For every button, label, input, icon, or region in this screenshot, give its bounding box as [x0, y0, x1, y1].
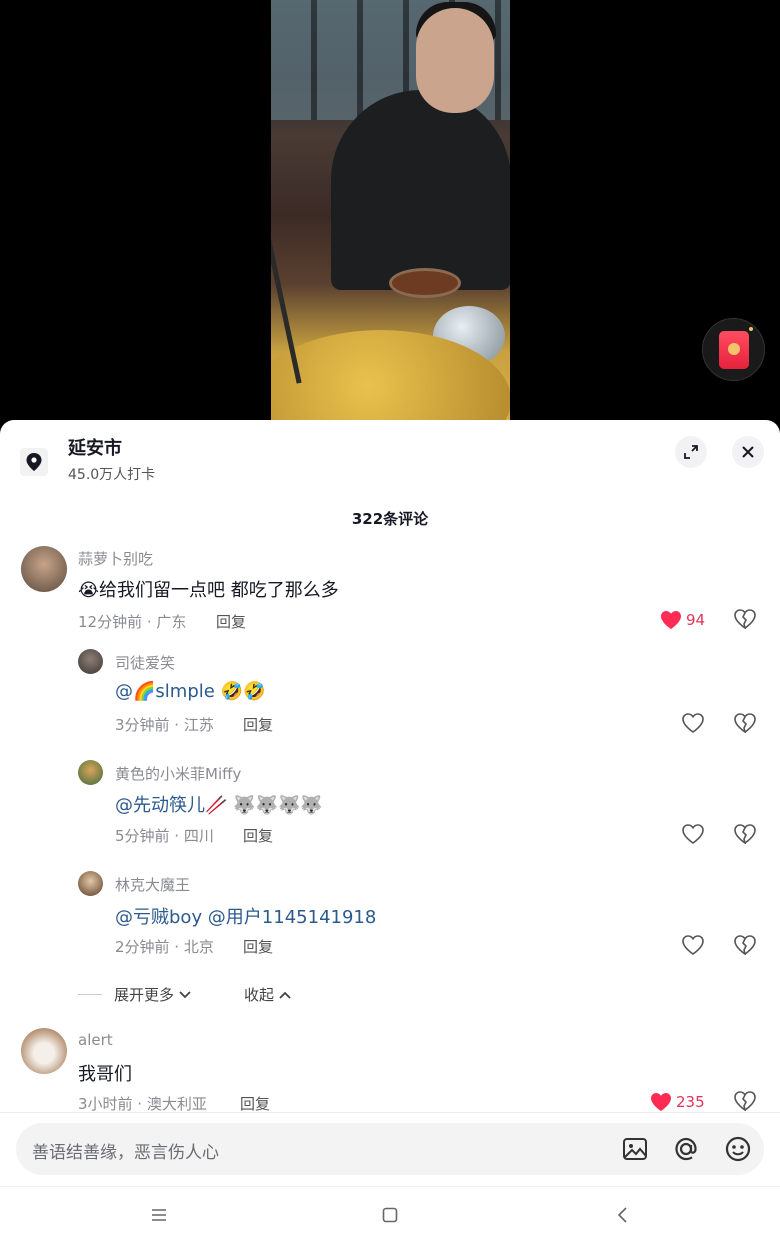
- video-person-head: [416, 8, 494, 113]
- emoji-button[interactable]: [724, 1135, 752, 1163]
- dislike-button[interactable]: [734, 824, 756, 848]
- reply-username[interactable]: 司徒爱笑: [115, 652, 175, 673]
- comment-sheet: 延安市 45.0万人打卡 322条评论 蒜萝卜别吃 😭给我们留一点吧 都吃了那么…: [0, 420, 780, 1248]
- location-header[interactable]: 延安市 45.0万人打卡: [20, 436, 155, 486]
- broken-heart-icon: [734, 824, 756, 845]
- reply-meta: 2分钟前 · 北京: [115, 938, 214, 956]
- video-player[interactable]: [271, 0, 510, 430]
- app-screen: 延安市 45.0万人打卡 322条评论 蒜萝卜别吃 😭给我们留一点吧 都吃了那么…: [0, 0, 780, 1248]
- comment-username[interactable]: alert: [78, 1031, 113, 1049]
- system-nav-bar: [0, 1186, 780, 1248]
- heart-outline-icon: [682, 824, 704, 844]
- reply-meta: 3分钟前 · 江苏: [115, 716, 214, 734]
- dislike-button[interactable]: [734, 935, 756, 959]
- avatar[interactable]: [78, 760, 103, 785]
- divider: [78, 994, 102, 995]
- expand-icon: [684, 445, 698, 459]
- avatar[interactable]: [78, 649, 103, 674]
- heart-filled-icon: [661, 611, 681, 629]
- home-icon: [382, 1207, 398, 1223]
- reply-button[interactable]: 回复: [240, 1093, 270, 1114]
- collapse-label: 收起: [244, 986, 275, 1004]
- broken-heart-icon: [734, 609, 756, 630]
- like-button[interactable]: 235: [650, 1092, 705, 1112]
- like-button[interactable]: [682, 935, 704, 955]
- like-count: 235: [676, 1093, 705, 1111]
- like-button[interactable]: [682, 824, 704, 844]
- image-icon: [623, 1138, 647, 1160]
- comment-text: 给我们留一点吧 都吃了那么多: [99, 580, 339, 601]
- avatar[interactable]: [78, 871, 103, 896]
- mention-link[interactable]: @🌈slmple: [115, 681, 215, 702]
- mention-link[interactable]: @先动筷儿🥢: [115, 795, 227, 816]
- expand-more-button[interactable]: 展开更多: [78, 984, 192, 1005]
- chevron-down-icon: [179, 990, 191, 998]
- reply-button[interactable]: 回复: [243, 825, 273, 846]
- reply-text: 🤣🤣: [214, 681, 266, 702]
- expand-button[interactable]: [675, 436, 707, 468]
- close-icon: [742, 446, 754, 458]
- menu-button[interactable]: [151, 1207, 167, 1227]
- emoji-icon: [725, 1136, 751, 1162]
- reply-button[interactable]: 回复: [216, 611, 246, 632]
- back-icon: [617, 1207, 627, 1223]
- close-button[interactable]: [732, 436, 764, 468]
- comment-input-placeholder: 善语结善缘，恶言伤人心: [32, 1143, 219, 1163]
- red-packet-button[interactable]: [702, 318, 765, 381]
- mention-link[interactable]: @亏贼boy @用户1145141918: [115, 907, 376, 928]
- red-packet-icon: [718, 326, 753, 369]
- video-person-body: [331, 90, 510, 290]
- crying-emoji: 😭: [78, 580, 100, 601]
- heart-filled-icon: [651, 1093, 671, 1111]
- dislike-button[interactable]: [734, 609, 756, 633]
- collapse-button[interactable]: 收起: [244, 984, 292, 1005]
- heart-outline-icon: [682, 935, 704, 955]
- expand-more-label: 展开更多: [114, 986, 175, 1004]
- comment-text: 我哥们: [78, 1064, 132, 1085]
- location-title: 延安市: [68, 438, 122, 459]
- broken-heart-icon: [734, 935, 756, 956]
- reply-username[interactable]: 林克大魔王: [115, 874, 190, 895]
- avatar[interactable]: [21, 546, 67, 592]
- reply-button[interactable]: 回复: [243, 936, 273, 957]
- reply-username[interactable]: 黄色的小米菲Miffy: [115, 763, 241, 784]
- chevron-up-icon: [279, 991, 291, 999]
- reply-button[interactable]: 回复: [243, 714, 273, 735]
- location-pin-icon: [20, 448, 48, 476]
- reply-meta: 5分钟前 · 四川: [115, 827, 214, 845]
- back-button[interactable]: [617, 1207, 629, 1227]
- comment-input[interactable]: 善语结善缘，恶言伤人心: [16, 1123, 764, 1175]
- like-button[interactable]: 94: [660, 610, 705, 630]
- home-button[interactable]: [382, 1207, 398, 1227]
- menu-icon: [152, 1209, 166, 1221]
- location-checkins: 45.0万人打卡: [68, 467, 156, 483]
- heart-outline-icon: [682, 713, 704, 733]
- like-count: 94: [686, 611, 706, 629]
- comments-count: 322条评论: [351, 510, 429, 528]
- video-bowl: [389, 268, 461, 298]
- comment-meta: 12分钟前 · 广东: [78, 613, 187, 631]
- comment-input-bar: 善语结善缘，恶言伤人心: [0, 1112, 780, 1186]
- avatar[interactable]: [21, 1028, 67, 1074]
- broken-heart-icon: [734, 713, 756, 734]
- reply-text: 🐺🐺🐺🐺: [227, 795, 323, 816]
- image-button[interactable]: [621, 1135, 649, 1163]
- broken-heart-icon: [734, 1091, 756, 1112]
- comment-meta: 3小时前 · 澳大利亚: [78, 1095, 207, 1113]
- comment-username[interactable]: 蒜萝卜别吃: [78, 548, 153, 569]
- like-button[interactable]: [682, 713, 704, 733]
- at-icon: [675, 1137, 697, 1161]
- dislike-button[interactable]: [734, 713, 756, 737]
- mention-button[interactable]: [672, 1135, 700, 1163]
